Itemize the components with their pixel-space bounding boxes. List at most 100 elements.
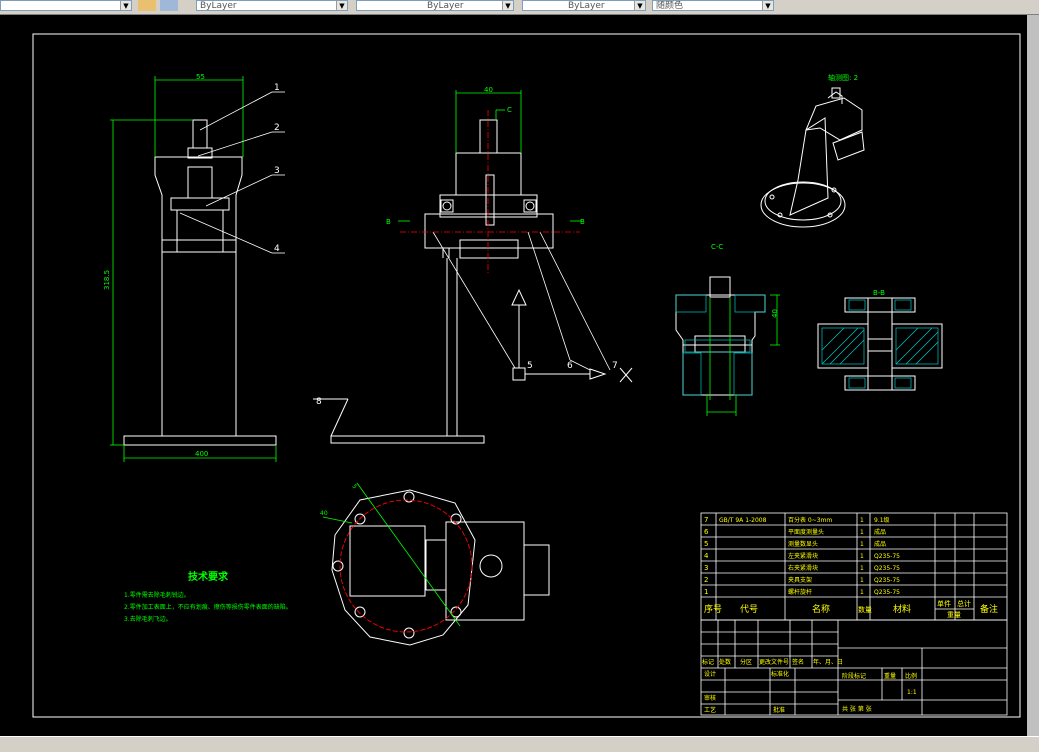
properties-toolbar: ▼ ByLayer ▼ ByLayer ▼ ByLayer ▼ 随颜色 ▼ (0, 0, 1039, 15)
tb-approve: 批准 (773, 706, 785, 714)
callout-4: 4 (274, 244, 280, 254)
bom-cell-no: 5 (704, 540, 708, 548)
side-view-dims (398, 90, 582, 222)
bom-cell-name: 测量数显头 (788, 540, 818, 548)
tech-req-line-1: 1.零件需去除毛刺锐边。 (124, 591, 190, 599)
bom-cell-mat: 成品 (874, 528, 886, 536)
bom-cell-no: 3 (704, 564, 708, 572)
chevron-down-icon[interactable]: ▼ (762, 1, 773, 10)
vertical-scrollbar[interactable] (1027, 15, 1039, 736)
dim-b: 5 (350, 483, 358, 490)
callout-1: 1 (274, 83, 280, 93)
dim-mid-top: 40 (484, 86, 493, 94)
section-cc-label: C-C (711, 243, 723, 251)
tb-process: 工艺 (704, 706, 716, 714)
bom-cell-qty: 1 (860, 565, 864, 572)
tb-zone: 分区 (740, 658, 752, 666)
chevron-down-icon[interactable]: ▼ (120, 1, 131, 10)
linetype-control-dropdown[interactable]: ByLayer ▼ (196, 0, 348, 11)
lineweight-value: ByLayer (427, 1, 464, 11)
tb-sign: 签名 (792, 658, 804, 666)
bom-cell-name: 平面度测量头 (788, 528, 824, 536)
bom-cell-mat: Q235-75 (874, 565, 900, 572)
dim-base-width: 400 (195, 450, 208, 458)
bolt-circle (339, 499, 473, 633)
section-cc-dims (706, 294, 780, 416)
tb-scale: 比例 (905, 672, 917, 680)
title-block (700, 619, 1008, 716)
bom-header-mat: 材料 (893, 603, 911, 615)
linetype-value: ByLayer (200, 1, 237, 11)
callout-7: 7 (612, 361, 618, 371)
drawing-canvas[interactable]: 55 318.5 400 1 2 3 4 40 C B B 5 6 7 8 轴测… (0, 15, 1039, 736)
dim-top-width: 55 (196, 73, 205, 81)
tb-weight: 重量 (884, 672, 896, 680)
iso-view-label: 轴测图: 2 (828, 73, 858, 82)
front-view-assembly (123, 119, 277, 446)
tech-req-title: 技术要求 (188, 570, 229, 583)
bom-cell-qty: 1 (860, 589, 864, 596)
centerlines (400, 110, 580, 275)
status-bar (0, 736, 1039, 752)
layer-state-icon[interactable] (138, 0, 156, 11)
chevron-down-icon[interactable]: ▼ (634, 1, 645, 10)
callout-leaders (179, 91, 285, 254)
section-bb (817, 297, 943, 391)
bom-cell-no: 1 (704, 588, 708, 596)
bom-cell-no: 4 (704, 552, 709, 560)
bom-cell-no: 7 (704, 516, 708, 524)
tb-design: 设计 (704, 670, 716, 678)
bom-cell-name: 夹具支架 (788, 576, 812, 584)
bom-cell-name: 螺杆旋杆 (788, 588, 812, 596)
bom-header-name: 名称 (812, 603, 830, 615)
dim-a: 40 (320, 510, 328, 517)
dim-side: 40 (771, 309, 779, 318)
bom-header-weight: 重量 (947, 611, 961, 619)
tech-req-line-2: 2.零件加工表面上，不应有划痕、擦伤等损伤零件表面的缺陷。 (124, 603, 292, 611)
bom-cell-qty: 1 (860, 541, 864, 548)
tb-sheets: 共 张 第 张 (842, 705, 872, 713)
tb-doc: 更改文件号 (759, 658, 789, 666)
callout-6: 6 (567, 361, 573, 371)
callout-3: 3 (274, 166, 280, 176)
layer-previous-icon[interactable] (160, 0, 178, 11)
tb-mark: 标记 (702, 658, 714, 666)
lineweight-control-dropdown[interactable]: ByLayer ▼ (356, 0, 514, 11)
tb-date: 年、月、日 (813, 658, 843, 666)
color-control-dropdown[interactable]: ▼ (0, 0, 132, 11)
callout-8: 8 (316, 397, 322, 407)
bom-cell-mat: Q235-75 (874, 577, 900, 584)
bom-cell-name: 右夹紧滑块 (788, 564, 818, 572)
bom-cell-qty: 1 (860, 553, 864, 560)
tb-stage: 阶段标记 (842, 672, 866, 680)
bom-cell-code: GB/T 9A 1-2008 (719, 517, 767, 524)
tech-req-line-3: 3.去除毛刺飞边。 (124, 615, 172, 623)
section-bb-hatch (821, 299, 939, 389)
bom-cell-mat: Q235-75 (874, 589, 900, 596)
linecolor-control-dropdown[interactable]: ByLayer ▼ (522, 0, 646, 11)
plotstyle-value: 随颜色 (656, 1, 684, 11)
bom-cell-name: 百分表 0~3mm (788, 516, 832, 524)
section-mark-b-right: B (580, 218, 585, 226)
bom-cell-no: 6 (704, 528, 709, 536)
chevron-down-icon[interactable]: ▼ (336, 1, 347, 10)
bom-header-single: 单件 (937, 599, 951, 608)
bom-cell-qty: 1 (860, 517, 864, 524)
bom-cell-name: 左夹紧滑块 (788, 552, 818, 560)
tb-scale-val: 1:1 (907, 689, 917, 696)
tb-count: 处数 (719, 658, 731, 666)
section-mark-c: C (507, 106, 512, 114)
bom-header-code: 代号 (740, 604, 758, 615)
linecolor-value: ByLayer (568, 1, 605, 11)
chevron-down-icon[interactable]: ▼ (502, 1, 513, 10)
section-mark-b-left: B (386, 218, 391, 226)
bom-cell-mat: 9.1级 (874, 516, 890, 524)
callout-5: 5 (527, 361, 533, 371)
dim-height: 318.5 (103, 270, 111, 290)
bom-header-qty: 数量 (858, 605, 872, 614)
tb-review: 审核 (704, 694, 716, 702)
plotstyle-control-dropdown[interactable]: 随颜色 ▼ (652, 0, 774, 11)
bom-header-remark: 备注 (980, 603, 998, 615)
bom-cell-mat: 成品 (874, 540, 886, 548)
bom-header-total: 总计 (957, 599, 971, 608)
